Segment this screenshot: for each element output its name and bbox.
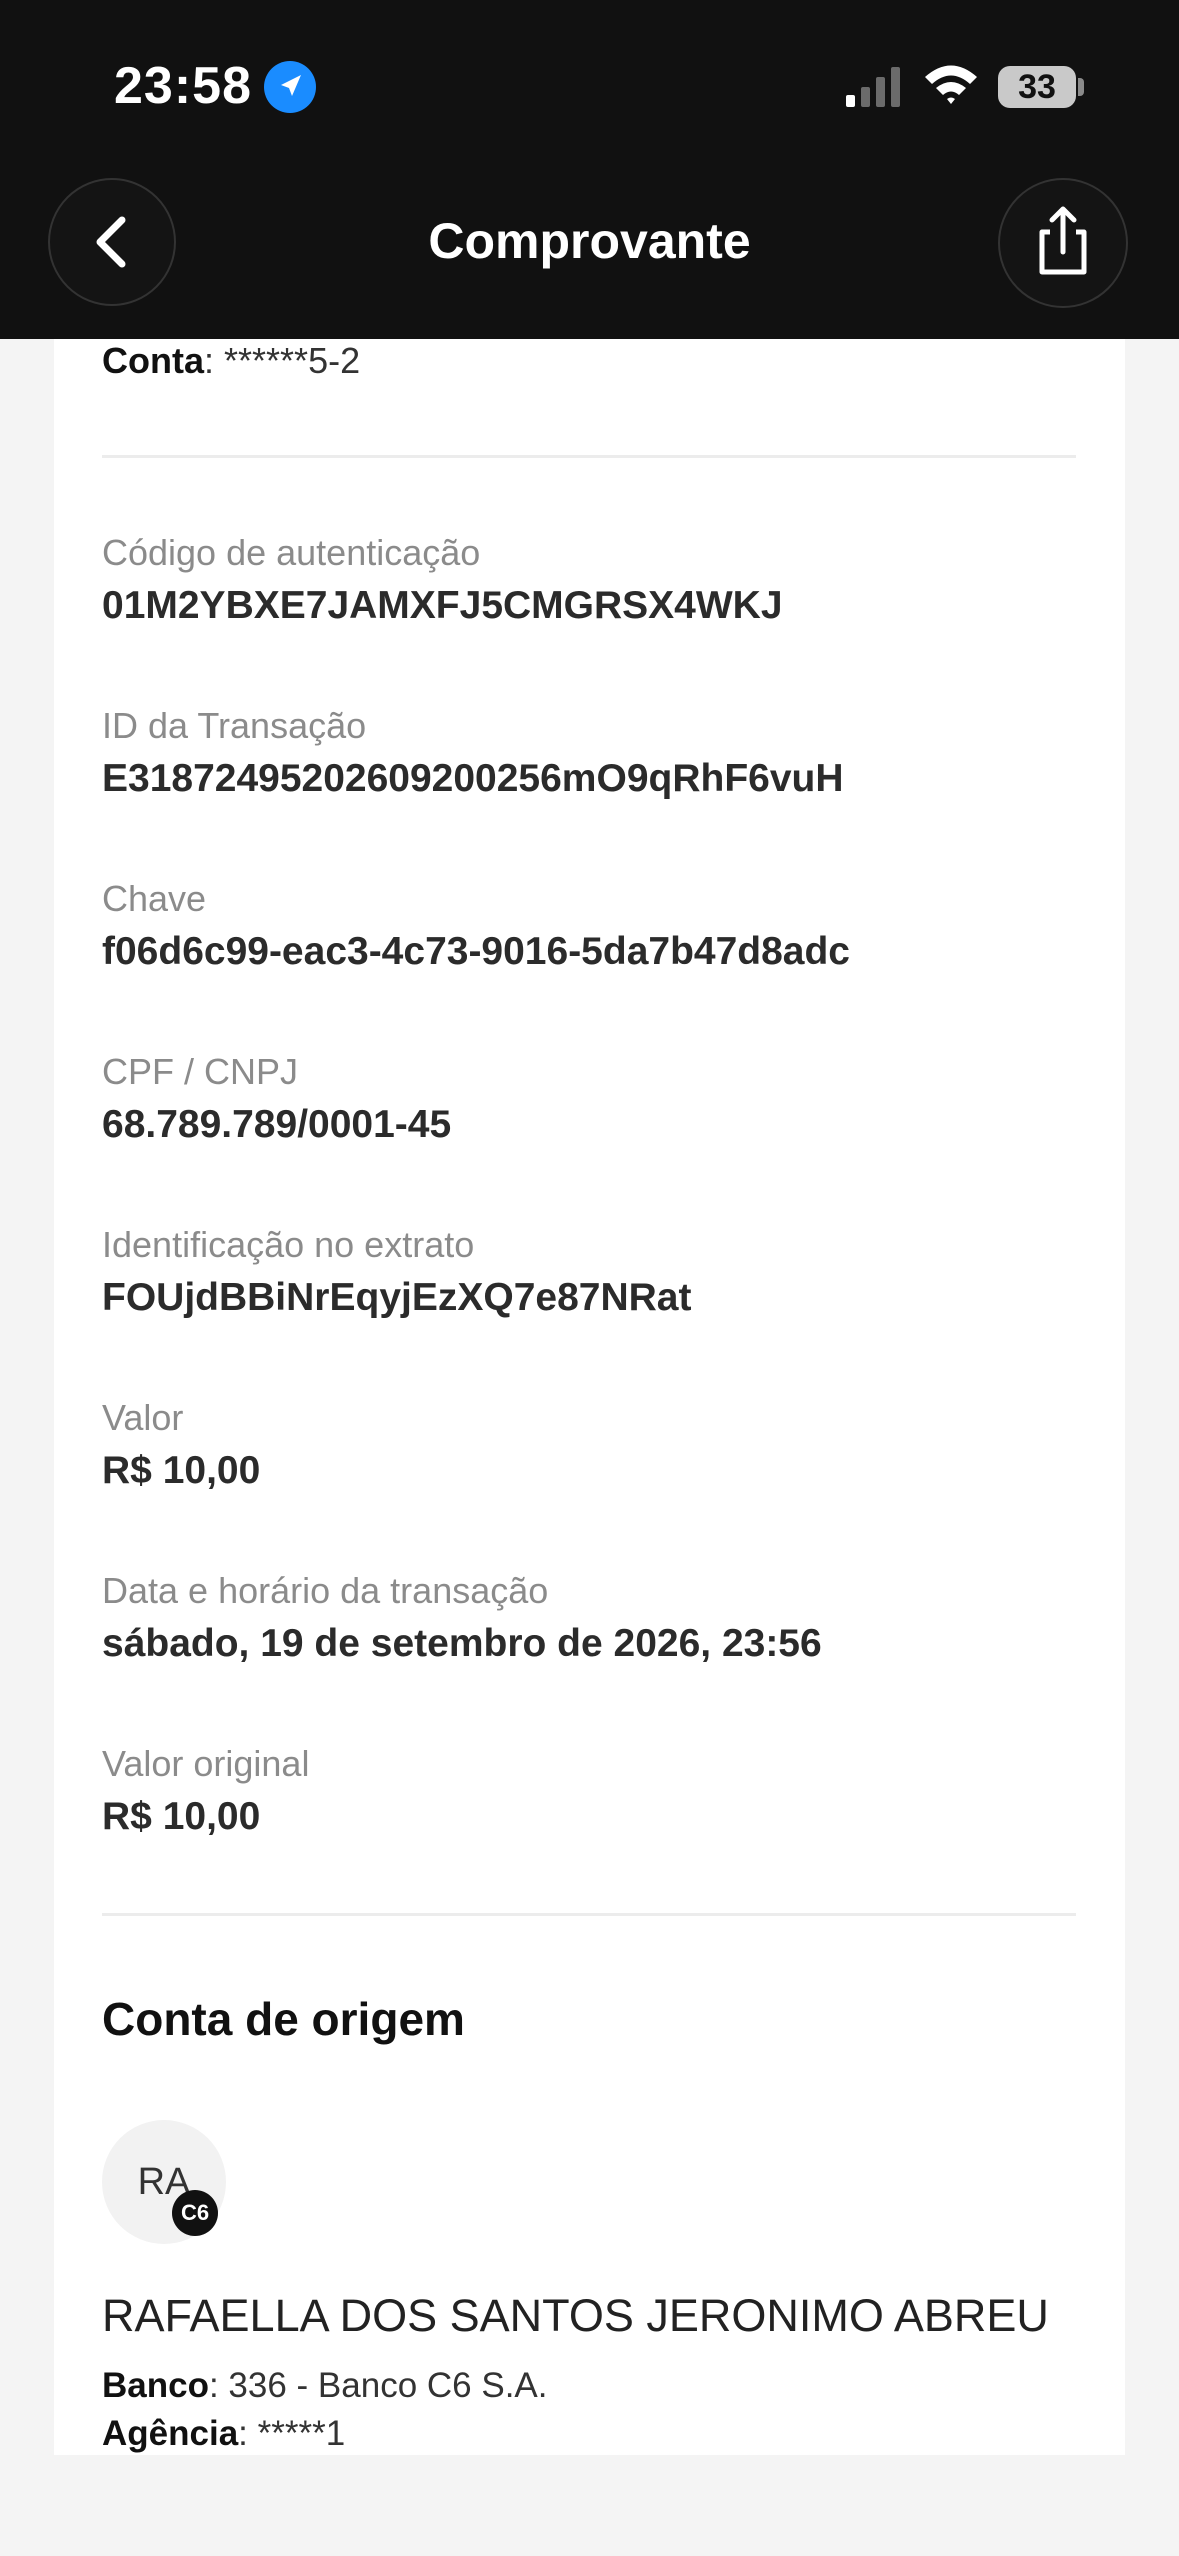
cellular-signal-icon — [846, 67, 900, 107]
wifi-icon — [925, 65, 977, 104]
origin-account-name: RAFAELLA DOS SANTOS JERONIMO ABREU — [102, 2290, 1049, 2341]
battery-indicator: 33 — [998, 66, 1076, 108]
origin-agency: Agência: *****1 — [102, 2414, 346, 2453]
transaction-id-label: ID da Transação — [102, 705, 367, 746]
conta-partial: Conta: ******5-2 — [102, 340, 361, 381]
battery-tip — [1078, 78, 1084, 96]
original-amount-value: R$ 10,00 — [102, 1795, 261, 1838]
origin-bank: Banco: 336 - Banco C6 S.A. — [102, 2366, 548, 2405]
original-amount-label: Valor original — [102, 1743, 310, 1784]
key-label: Chave — [102, 878, 207, 919]
divider — [102, 455, 1076, 458]
location-arrow-icon — [264, 61, 316, 113]
status-time: 23:58 — [114, 57, 252, 115]
cpf-cnpj-label: CPF / CNPJ — [102, 1051, 299, 1092]
statement-id-value: FOUjdBBiNrEqyjEzXQ7e87NRat — [102, 1276, 692, 1319]
auth-code-label: Código de autenticação — [102, 532, 481, 573]
cpf-cnpj-value: 68.789.789/0001-45 — [102, 1103, 452, 1146]
key-value: f06d6c99-eac3-4c73-9016-5da7b47d8adc — [102, 930, 850, 973]
datetime-label: Data e horário da transação — [102, 1570, 549, 1611]
bank-badge: C6 — [172, 2190, 218, 2236]
share-button[interactable] — [998, 178, 1128, 308]
top-bar: 23:58 33 Comprovante — [0, 0, 1179, 339]
amount-value: R$ 10,00 — [102, 1449, 261, 1492]
datetime-value: sábado, 19 de setembro de 2026, 23:56 — [102, 1622, 822, 1665]
amount-label: Valor — [102, 1397, 184, 1438]
share-icon — [1039, 206, 1087, 275]
auth-code-value: 01M2YBXE7JAMXFJ5CMGRSX4WKJ — [102, 584, 783, 627]
transaction-id-value: E31872495202609200256mO9qRhF6vuH — [102, 757, 844, 800]
receipt-card: Conta: ******5-2 Código de autenticação … — [54, 300, 1125, 2455]
statement-id-label: Identificação no extrato — [102, 1224, 475, 1265]
divider — [102, 1913, 1076, 1916]
origin-section-title: Conta de origem — [102, 1993, 465, 2045]
